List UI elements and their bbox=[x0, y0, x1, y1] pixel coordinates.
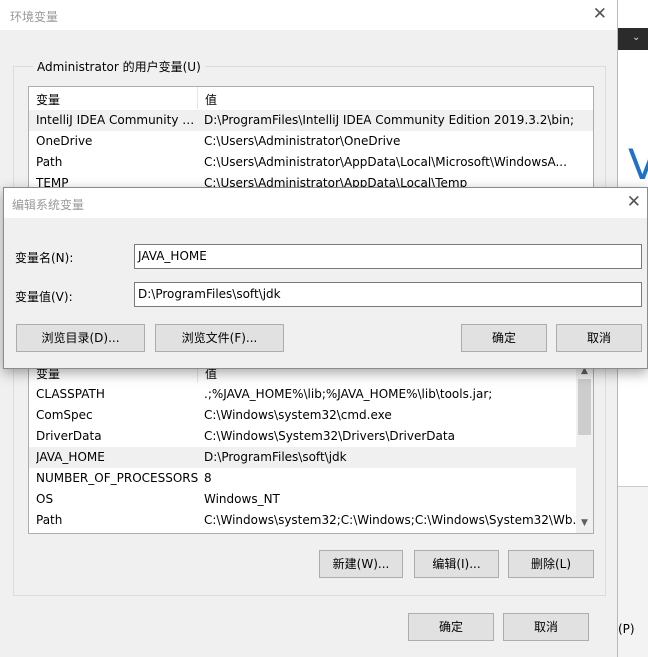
cancel-button[interactable]: 取消 bbox=[503, 613, 589, 641]
table-row[interactable]: CLASSPATH .;%JAVA_HOME%\lib;%JAVA_HOME%\… bbox=[29, 384, 593, 405]
variable-name: ComSpec bbox=[36, 408, 93, 422]
table-row[interactable]: OneDrive C:\Users\Administrator\OneDrive bbox=[29, 131, 593, 152]
env-dialog-title: 环境变量 bbox=[10, 10, 59, 24]
table-row[interactable]: DriverData C:\Windows\System32\Drivers\D… bbox=[29, 426, 593, 447]
browse-file-button[interactable]: 浏览文件(F)... bbox=[155, 324, 284, 352]
delete-button[interactable]: 删除(L) bbox=[508, 550, 594, 578]
variable-name: CLASSPATH bbox=[36, 387, 105, 401]
table-row[interactable]: OS Windows_NT bbox=[29, 489, 593, 510]
variable-value: D:\ProgramFiles\IntelliJ IDEA Community … bbox=[204, 113, 574, 127]
table-row[interactable]: Path C:\Users\Administrator\AppData\Loca… bbox=[29, 152, 593, 173]
table-row[interactable]: Path C:\Windows\system32;C:\Windows;C:\W… bbox=[29, 510, 593, 531]
column-header-name[interactable]: 变量 bbox=[36, 91, 60, 108]
variable-name: NUMBER_OF_PROCESSORS bbox=[36, 471, 199, 485]
background-app-toolbar: ⌄ bbox=[618, 28, 648, 50]
variable-name: Path bbox=[36, 513, 63, 527]
background-app-logo-letter: V bbox=[628, 140, 648, 189]
variable-name: JAVA_HOME bbox=[36, 450, 105, 464]
table-row[interactable]: IntelliJ IDEA Community E... D:\ProgramF… bbox=[29, 110, 593, 131]
edit-button[interactable]: 编辑(I)... bbox=[414, 550, 499, 578]
variable-name: Path bbox=[36, 155, 63, 169]
variable-value-label: 变量值(V): bbox=[15, 290, 73, 304]
browse-directory-button[interactable]: 浏览目录(D)... bbox=[16, 324, 145, 352]
variable-value: .;%JAVA_HOME%\lib;%JAVA_HOME%\lib\tools.… bbox=[204, 387, 493, 401]
variable-name-label: 变量名(N): bbox=[15, 251, 74, 265]
background-app-text: (P) bbox=[618, 622, 635, 636]
edit-dialog-title: 编辑系统变量 bbox=[12, 198, 85, 212]
env-dialog-titlebar: 环境变量 ✕ bbox=[0, 0, 617, 30]
vertical-scrollbar[interactable]: ▲ ▼ bbox=[576, 361, 593, 533]
variable-value-input[interactable]: D:\ProgramFiles\soft\jdk bbox=[134, 282, 642, 307]
system-variables-list[interactable]: 变量 值 CLASSPATH .;%JAVA_HOME%\lib;%JAVA_H… bbox=[28, 360, 594, 534]
table-row[interactable]: ComSpec C:\Windows\system32\cmd.exe bbox=[29, 405, 593, 426]
edit-system-variable-dialog: 编辑系统变量 ✕ 变量名(N): JAVA_HOME 变量值(V): D:\Pr… bbox=[3, 187, 648, 369]
variable-name: IntelliJ IDEA Community E... bbox=[36, 113, 199, 127]
variable-value: C:\Users\Administrator\OneDrive bbox=[204, 134, 401, 148]
ok-button[interactable]: 确定 bbox=[461, 324, 547, 352]
variable-value: Windows_NT bbox=[204, 492, 280, 506]
close-icon[interactable]: ✕ bbox=[627, 192, 641, 212]
chevron-down-icon[interactable]: ⌄ bbox=[632, 32, 640, 43]
table-row-selected[interactable]: JAVA_HOME D:\ProgramFiles\soft\jdk bbox=[29, 447, 593, 468]
close-icon[interactable]: ✕ bbox=[593, 4, 607, 24]
variable-name-input[interactable]: JAVA_HOME bbox=[134, 244, 642, 269]
column-divider[interactable] bbox=[197, 87, 198, 109]
variable-value: C:\Users\Administrator\AppData\Local\Mic… bbox=[204, 155, 567, 169]
edit-dialog-titlebar: 编辑系统变量 ✕ bbox=[4, 188, 647, 218]
background-app-titlebar bbox=[618, 0, 648, 28]
variable-value: C:\Windows\System32\Drivers\DriverData bbox=[204, 429, 455, 443]
user-variables-legend: Administrator 的用户变量(U) bbox=[33, 58, 205, 75]
ok-button[interactable]: 确定 bbox=[408, 613, 494, 641]
new-button[interactable]: 新建(W)... bbox=[319, 550, 403, 578]
table-row[interactable]: NUMBER_OF_PROCESSORS 8 bbox=[29, 468, 593, 489]
user-list-header: 变量 值 bbox=[29, 87, 593, 109]
scrollbar-thumb[interactable] bbox=[578, 379, 591, 435]
variable-name: DriverData bbox=[36, 429, 102, 443]
cancel-button[interactable]: 取消 bbox=[556, 324, 642, 352]
user-variables-list[interactable]: 变量 值 IntelliJ IDEA Community E... D:\Pro… bbox=[28, 86, 594, 196]
variable-value: 8 bbox=[204, 471, 212, 485]
variable-value: C:\Windows\system32\cmd.exe bbox=[204, 408, 392, 422]
variable-name: OS bbox=[36, 492, 54, 506]
column-header-value[interactable]: 值 bbox=[205, 91, 217, 108]
variable-name: OneDrive bbox=[36, 134, 93, 148]
variable-value: C:\Windows\system32;C:\Windows;C:\Window… bbox=[204, 513, 584, 527]
variable-value: D:\ProgramFiles\soft\jdk bbox=[204, 450, 347, 464]
scroll-down-arrow-icon[interactable]: ▼ bbox=[576, 515, 593, 532]
